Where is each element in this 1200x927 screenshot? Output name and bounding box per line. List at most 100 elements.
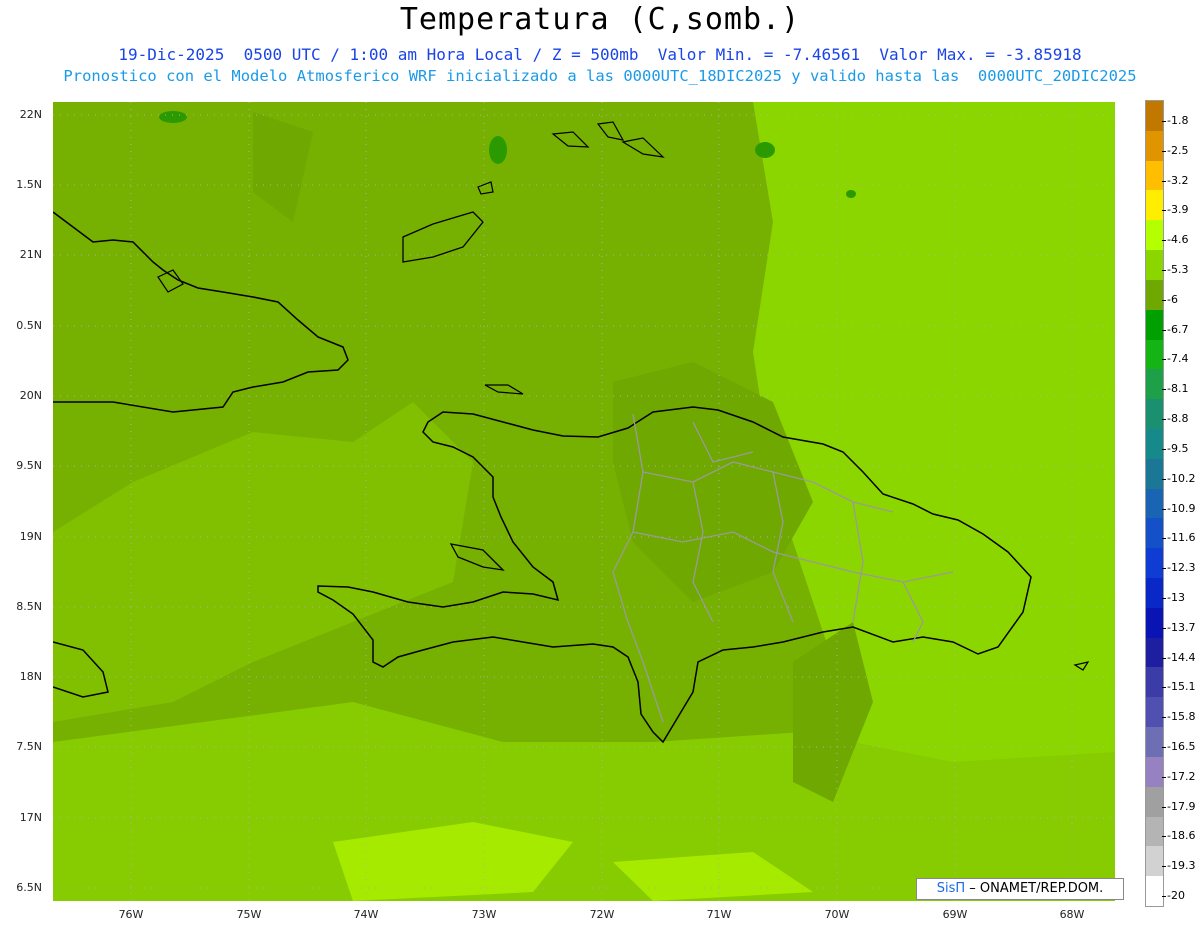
colorbar-label: -5.3	[1167, 262, 1189, 276]
colorbar-label: -12.3	[1167, 561, 1196, 575]
colorbar-swatch	[1146, 637, 1163, 668]
colorbar-tick	[1162, 180, 1166, 182]
colorbar-label: -13.7	[1167, 620, 1196, 634]
colorbar-label: -10.9	[1167, 501, 1196, 515]
map-subtitle-time: 19-Dic-2025 0500 UTC / 1:00 am Hora Loca…	[118, 45, 1082, 64]
colorbar-swatch	[1146, 309, 1163, 341]
colorbar-swatch	[1146, 428, 1163, 460]
lat-label: 9.5N	[16, 459, 42, 472]
colorbar-tick	[1162, 269, 1166, 271]
lat-label: 0.5N	[16, 319, 42, 332]
lon-label: 71W	[706, 908, 732, 921]
colorbar-label: -18.6	[1167, 829, 1196, 843]
lon-label: 74W	[353, 908, 379, 921]
colorbar-swatch	[1146, 727, 1163, 758]
colorbar-label: -11.6	[1167, 531, 1196, 545]
colorbar-tick	[1162, 240, 1166, 242]
colorbar-label: -10.2	[1167, 471, 1196, 485]
temperature-map	[53, 102, 1115, 901]
colorbar-swatch	[1146, 786, 1163, 818]
colorbar-swatch	[1146, 488, 1163, 519]
colorbar-swatch	[1146, 578, 1163, 609]
colorbar-tick	[1162, 717, 1166, 719]
colorbar-swatch	[1146, 607, 1163, 639]
lon-label: 69W	[942, 908, 968, 921]
colorbar-swatch	[1146, 130, 1163, 162]
colorbar-label: -19.3	[1167, 859, 1196, 873]
colorbar-tick	[1162, 538, 1166, 540]
colorbar-swatch	[1146, 101, 1163, 132]
colorbar-label: -9.5	[1167, 441, 1189, 455]
colorbar-swatch	[1146, 518, 1163, 549]
colorbar-tick	[1162, 776, 1166, 778]
map-subtitle-model: Pronostico con el Modelo Atmosferico WRF…	[63, 67, 1137, 85]
credit-box: SisΠ – ONAMET/REP.DOM.	[916, 878, 1124, 900]
colorbar-swatch	[1146, 697, 1163, 728]
colorbar-label: -17.9	[1167, 799, 1196, 813]
colorbar-label: -6	[1167, 292, 1178, 306]
colorbar-tick	[1162, 299, 1166, 301]
colorbar-tick	[1162, 448, 1166, 450]
lon-label: 72W	[589, 908, 615, 921]
colorbar-swatch	[1146, 876, 1163, 907]
colorbar-label: -16.5	[1167, 740, 1196, 754]
colorbar-tick	[1162, 747, 1166, 749]
colorbar-swatch	[1146, 339, 1163, 370]
colorbar-swatch	[1146, 816, 1163, 847]
colorbar-swatch	[1146, 399, 1163, 430]
colorbar-tick	[1162, 478, 1166, 480]
colorbar-label: -1.8	[1167, 113, 1189, 127]
colorbar-swatch	[1146, 369, 1163, 400]
lat-label: 7.5N	[16, 740, 42, 753]
lon-label: 70W	[824, 908, 850, 921]
colorbar-swatch	[1146, 160, 1163, 191]
colorbar-label: -13	[1167, 590, 1185, 604]
colorbar-tick	[1162, 568, 1166, 570]
colorbar-swatch	[1146, 279, 1163, 311]
colorbar-label: -20	[1167, 889, 1185, 903]
colorbar-label: -4.6	[1167, 233, 1189, 247]
colorbar-label: -6.7	[1167, 322, 1189, 336]
lon-label: 76W	[118, 908, 144, 921]
colorbar-tick	[1162, 419, 1166, 421]
colorbar-label: -15.8	[1167, 710, 1196, 724]
colorbar-label: -3.2	[1167, 173, 1189, 187]
colorbar-label: -14.4	[1167, 650, 1196, 664]
colorbar-label: -3.9	[1167, 203, 1189, 217]
colorbar-tick	[1162, 359, 1166, 361]
colorbar-label: -15.1	[1167, 680, 1196, 694]
colorbar-tick	[1162, 210, 1166, 212]
colorbar-swatch	[1146, 548, 1163, 579]
colorbar-swatch	[1146, 846, 1163, 877]
colorbar-tick	[1162, 806, 1166, 808]
credit-brand: SisΠ	[936, 881, 966, 896]
colorbar-label: -7.4	[1167, 352, 1189, 366]
lat-label: 21N	[19, 248, 42, 261]
colorbar-tick	[1162, 896, 1166, 898]
colorbar-swatch	[1146, 458, 1163, 490]
lat-label: 1.5N	[16, 178, 42, 191]
colorbar-tick	[1162, 657, 1166, 659]
lat-label: 18N	[19, 670, 42, 683]
map-title: Temperatura (C,somb.)	[399, 2, 801, 37]
colorbar-tick	[1162, 866, 1166, 868]
colorbar-swatch	[1146, 220, 1163, 251]
lat-label: 17N	[19, 811, 42, 824]
colorbar-tick	[1162, 120, 1166, 122]
lon-label: 68W	[1059, 908, 1085, 921]
colorbar-swatch	[1146, 190, 1163, 221]
credit-text: – ONAMET/REP.DOM.	[969, 881, 1104, 896]
colorbar-swatch	[1146, 667, 1163, 698]
lat-label: 8.5N	[16, 600, 42, 613]
lon-label: 73W	[471, 908, 497, 921]
colorbar-tick	[1162, 597, 1166, 599]
lat-label: 20N	[19, 389, 42, 402]
colorbar-tick	[1162, 329, 1166, 331]
colorbar	[1145, 100, 1164, 907]
lat-label: 6.5N	[16, 881, 42, 894]
colorbar-swatch	[1146, 250, 1163, 281]
colorbar-tick	[1162, 508, 1166, 510]
lat-label: 22N	[19, 108, 42, 121]
colorbar-tick	[1162, 687, 1166, 689]
colorbar-tick	[1162, 150, 1166, 152]
